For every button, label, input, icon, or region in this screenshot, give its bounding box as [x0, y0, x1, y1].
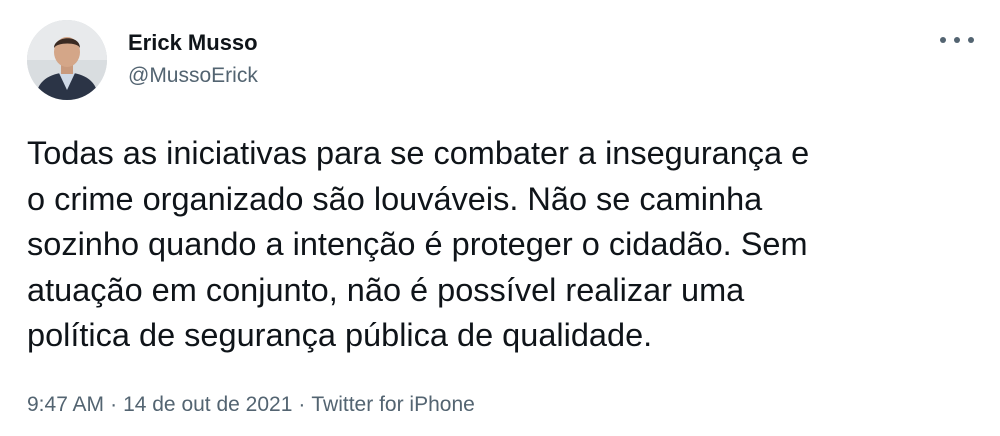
tweet-card: Erick Musso @MussoErick Todas as iniciat…	[0, 0, 1000, 436]
tweet-time[interactable]: 9:47 AM	[27, 393, 104, 416]
avatar[interactable]	[27, 20, 107, 100]
author-handle[interactable]: @MussoErick	[128, 63, 258, 89]
separator: ·	[298, 393, 306, 416]
tweet-date[interactable]: 14 de out de 2021	[123, 393, 292, 416]
tweet-metadata: 9:47 AM · 14 de out de 2021 · Twitter for iP…	[27, 392, 475, 418]
tweet-source[interactable]: Twitter for iPhone	[311, 393, 474, 416]
dot	[940, 37, 946, 43]
dot	[954, 37, 960, 43]
tweet-text: Todas as iniciativas para se combater a …	[27, 135, 810, 353]
more-options-icon[interactable]	[940, 30, 974, 50]
author-name[interactable]: Erick Musso	[128, 30, 258, 56]
separator: ·	[110, 393, 118, 416]
avatar-photo	[27, 20, 107, 100]
dot	[968, 37, 974, 43]
